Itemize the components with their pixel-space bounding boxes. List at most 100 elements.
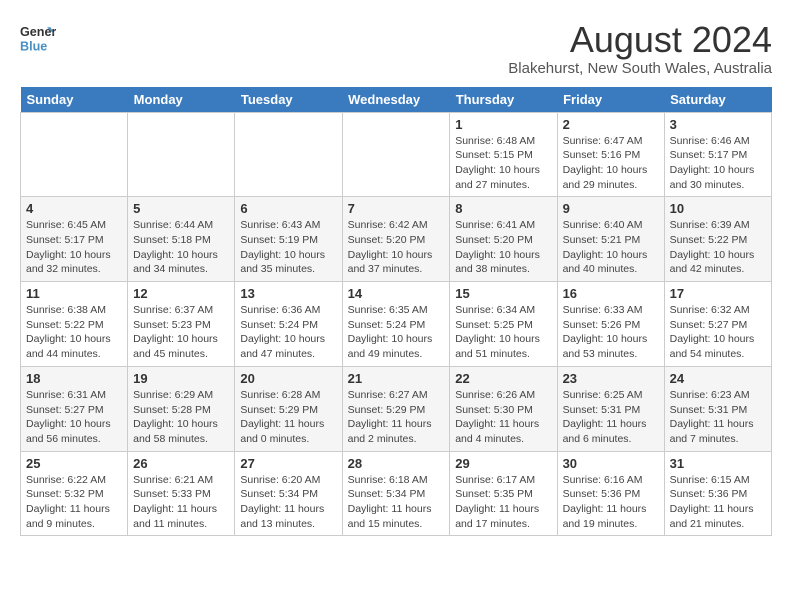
day-number: 15 — [455, 286, 551, 301]
calendar-cell: 9 Sunrise: 6:40 AM Sunset: 5:21 PM Daylig… — [557, 197, 664, 282]
calendar-cell — [235, 112, 342, 197]
calendar-cell: 19 Sunrise: 6:29 AM Sunset: 5:28 PM Dayli… — [128, 366, 235, 451]
day-detail: Sunrise: 6:18 AM Sunset: 5:34 PM Dayligh… — [348, 473, 445, 532]
calendar-week-row: 11 Sunrise: 6:38 AM Sunset: 5:22 PM Dayli… — [21, 282, 772, 367]
page-header: General Blue August 2024 Blakehurst, New… — [20, 20, 772, 77]
main-title: August 2024 — [508, 20, 772, 60]
day-number: 29 — [455, 456, 551, 471]
title-area: August 2024 Blakehurst, New South Wales,… — [508, 20, 772, 77]
calendar-cell: 14 Sunrise: 6:35 AM Sunset: 5:24 PM Dayli… — [342, 282, 450, 367]
calendar-cell: 4 Sunrise: 6:45 AM Sunset: 5:17 PM Daylig… — [21, 197, 128, 282]
day-detail: Sunrise: 6:35 AM Sunset: 5:24 PM Dayligh… — [348, 303, 445, 362]
calendar-cell: 26 Sunrise: 6:21 AM Sunset: 5:33 PM Dayli… — [128, 451, 235, 536]
day-number: 14 — [348, 286, 445, 301]
day-detail: Sunrise: 6:21 AM Sunset: 5:33 PM Dayligh… — [133, 473, 229, 532]
day-detail: Sunrise: 6:23 AM Sunset: 5:31 PM Dayligh… — [670, 388, 766, 447]
day-number: 23 — [563, 371, 659, 386]
day-detail: Sunrise: 6:46 AM Sunset: 5:17 PM Dayligh… — [670, 134, 766, 193]
calendar-cell: 3 Sunrise: 6:46 AM Sunset: 5:17 PM Daylig… — [664, 112, 771, 197]
day-number: 5 — [133, 201, 229, 216]
day-number: 20 — [240, 371, 336, 386]
day-number: 27 — [240, 456, 336, 471]
calendar-week-row: 25 Sunrise: 6:22 AM Sunset: 5:32 PM Dayli… — [21, 451, 772, 536]
calendar-cell: 21 Sunrise: 6:27 AM Sunset: 5:29 PM Dayli… — [342, 366, 450, 451]
logo-icon: General Blue — [20, 20, 56, 56]
day-number: 12 — [133, 286, 229, 301]
day-detail: Sunrise: 6:26 AM Sunset: 5:30 PM Dayligh… — [455, 388, 551, 447]
day-number: 31 — [670, 456, 766, 471]
col-header-monday: Monday — [128, 87, 235, 113]
day-detail: Sunrise: 6:48 AM Sunset: 5:15 PM Dayligh… — [455, 134, 551, 193]
day-number: 7 — [348, 201, 445, 216]
calendar-cell: 20 Sunrise: 6:28 AM Sunset: 5:29 PM Dayli… — [235, 366, 342, 451]
calendar-cell: 2 Sunrise: 6:47 AM Sunset: 5:16 PM Daylig… — [557, 112, 664, 197]
calendar-cell: 17Sunrise: 6:32 AM Sunset: 5:27 PM Dayli… — [664, 282, 771, 367]
day-number: 2 — [563, 117, 659, 132]
calendar-header-row: SundayMondayTuesdayWednesdayThursdayFrid… — [21, 87, 772, 113]
day-number: 18 — [26, 371, 122, 386]
calendar-cell: 22Sunrise: 6:26 AM Sunset: 5:30 PM Dayli… — [450, 366, 557, 451]
calendar-cell: 16 Sunrise: 6:33 AM Sunset: 5:26 PM Dayli… — [557, 282, 664, 367]
day-number: 19 — [133, 371, 229, 386]
day-number: 11 — [26, 286, 122, 301]
calendar-cell: 11 Sunrise: 6:38 AM Sunset: 5:22 PM Dayli… — [21, 282, 128, 367]
day-detail: Sunrise: 6:15 AM Sunset: 5:36 PM Dayligh… — [670, 473, 766, 532]
day-detail: Sunrise: 6:27 AM Sunset: 5:29 PM Dayligh… — [348, 388, 445, 447]
day-number: 21 — [348, 371, 445, 386]
col-header-saturday: Saturday — [664, 87, 771, 113]
day-number: 26 — [133, 456, 229, 471]
calendar-cell: 25 Sunrise: 6:22 AM Sunset: 5:32 PM Dayli… — [21, 451, 128, 536]
day-number: 3 — [670, 117, 766, 132]
col-header-sunday: Sunday — [21, 87, 128, 113]
day-detail: Sunrise: 6:22 AM Sunset: 5:32 PM Dayligh… — [26, 473, 122, 532]
day-number: 8 — [455, 201, 551, 216]
calendar-cell — [21, 112, 128, 197]
day-detail: Sunrise: 6:39 AM Sunset: 5:22 PM Dayligh… — [670, 218, 766, 277]
calendar-cell: 30Sunrise: 6:16 AM Sunset: 5:36 PM Dayli… — [557, 451, 664, 536]
day-detail: Sunrise: 6:45 AM Sunset: 5:17 PM Dayligh… — [26, 218, 122, 277]
day-detail: Sunrise: 6:16 AM Sunset: 5:36 PM Dayligh… — [563, 473, 659, 532]
col-header-wednesday: Wednesday — [342, 87, 450, 113]
calendar-cell: 29Sunrise: 6:17 AM Sunset: 5:35 PM Dayli… — [450, 451, 557, 536]
col-header-friday: Friday — [557, 87, 664, 113]
col-header-thursday: Thursday — [450, 87, 557, 113]
day-number: 10 — [670, 201, 766, 216]
calendar-week-row: 18 Sunrise: 6:31 AM Sunset: 5:27 PM Dayli… — [21, 366, 772, 451]
day-detail: Sunrise: 6:29 AM Sunset: 5:28 PM Dayligh… — [133, 388, 229, 447]
calendar-cell: 27Sunrise: 6:20 AM Sunset: 5:34 PM Dayli… — [235, 451, 342, 536]
day-detail: Sunrise: 6:38 AM Sunset: 5:22 PM Dayligh… — [26, 303, 122, 362]
day-number: 9 — [563, 201, 659, 216]
day-detail: Sunrise: 6:43 AM Sunset: 5:19 PM Dayligh… — [240, 218, 336, 277]
day-number: 6 — [240, 201, 336, 216]
calendar-week-row: 4 Sunrise: 6:45 AM Sunset: 5:17 PM Daylig… — [21, 197, 772, 282]
calendar-cell: 23Sunrise: 6:25 AM Sunset: 5:31 PM Dayli… — [557, 366, 664, 451]
calendar-cell: 13 Sunrise: 6:36 AM Sunset: 5:24 PM Dayli… — [235, 282, 342, 367]
calendar-cell: 28 Sunrise: 6:18 AM Sunset: 5:34 PM Dayli… — [342, 451, 450, 536]
day-number: 4 — [26, 201, 122, 216]
day-detail: Sunrise: 6:31 AM Sunset: 5:27 PM Dayligh… — [26, 388, 122, 447]
calendar-table: SundayMondayTuesdayWednesdayThursdayFrid… — [20, 87, 772, 537]
day-detail: Sunrise: 6:41 AM Sunset: 5:20 PM Dayligh… — [455, 218, 551, 277]
day-number: 28 — [348, 456, 445, 471]
day-number: 25 — [26, 456, 122, 471]
calendar-cell: 1Sunrise: 6:48 AM Sunset: 5:15 PM Daylig… — [450, 112, 557, 197]
calendar-cell: 15Sunrise: 6:34 AM Sunset: 5:25 PM Dayli… — [450, 282, 557, 367]
calendar-cell: 5Sunrise: 6:44 AM Sunset: 5:18 PM Daylig… — [128, 197, 235, 282]
col-header-tuesday: Tuesday — [235, 87, 342, 113]
day-number: 16 — [563, 286, 659, 301]
day-number: 17 — [670, 286, 766, 301]
logo: General Blue — [20, 20, 56, 56]
day-number: 13 — [240, 286, 336, 301]
calendar-cell: 18 Sunrise: 6:31 AM Sunset: 5:27 PM Dayli… — [21, 366, 128, 451]
calendar-week-row: 1Sunrise: 6:48 AM Sunset: 5:15 PM Daylig… — [21, 112, 772, 197]
svg-text:Blue: Blue — [20, 40, 47, 54]
calendar-cell: 12Sunrise: 6:37 AM Sunset: 5:23 PM Dayli… — [128, 282, 235, 367]
day-detail: Sunrise: 6:40 AM Sunset: 5:21 PM Dayligh… — [563, 218, 659, 277]
day-detail: Sunrise: 6:42 AM Sunset: 5:20 PM Dayligh… — [348, 218, 445, 277]
day-detail: Sunrise: 6:28 AM Sunset: 5:29 PM Dayligh… — [240, 388, 336, 447]
day-detail: Sunrise: 6:33 AM Sunset: 5:26 PM Dayligh… — [563, 303, 659, 362]
day-detail: Sunrise: 6:36 AM Sunset: 5:24 PM Dayligh… — [240, 303, 336, 362]
day-detail: Sunrise: 6:47 AM Sunset: 5:16 PM Dayligh… — [563, 134, 659, 193]
calendar-cell: 7 Sunrise: 6:42 AM Sunset: 5:20 PM Daylig… — [342, 197, 450, 282]
calendar-cell: 10 Sunrise: 6:39 AM Sunset: 5:22 PM Dayli… — [664, 197, 771, 282]
